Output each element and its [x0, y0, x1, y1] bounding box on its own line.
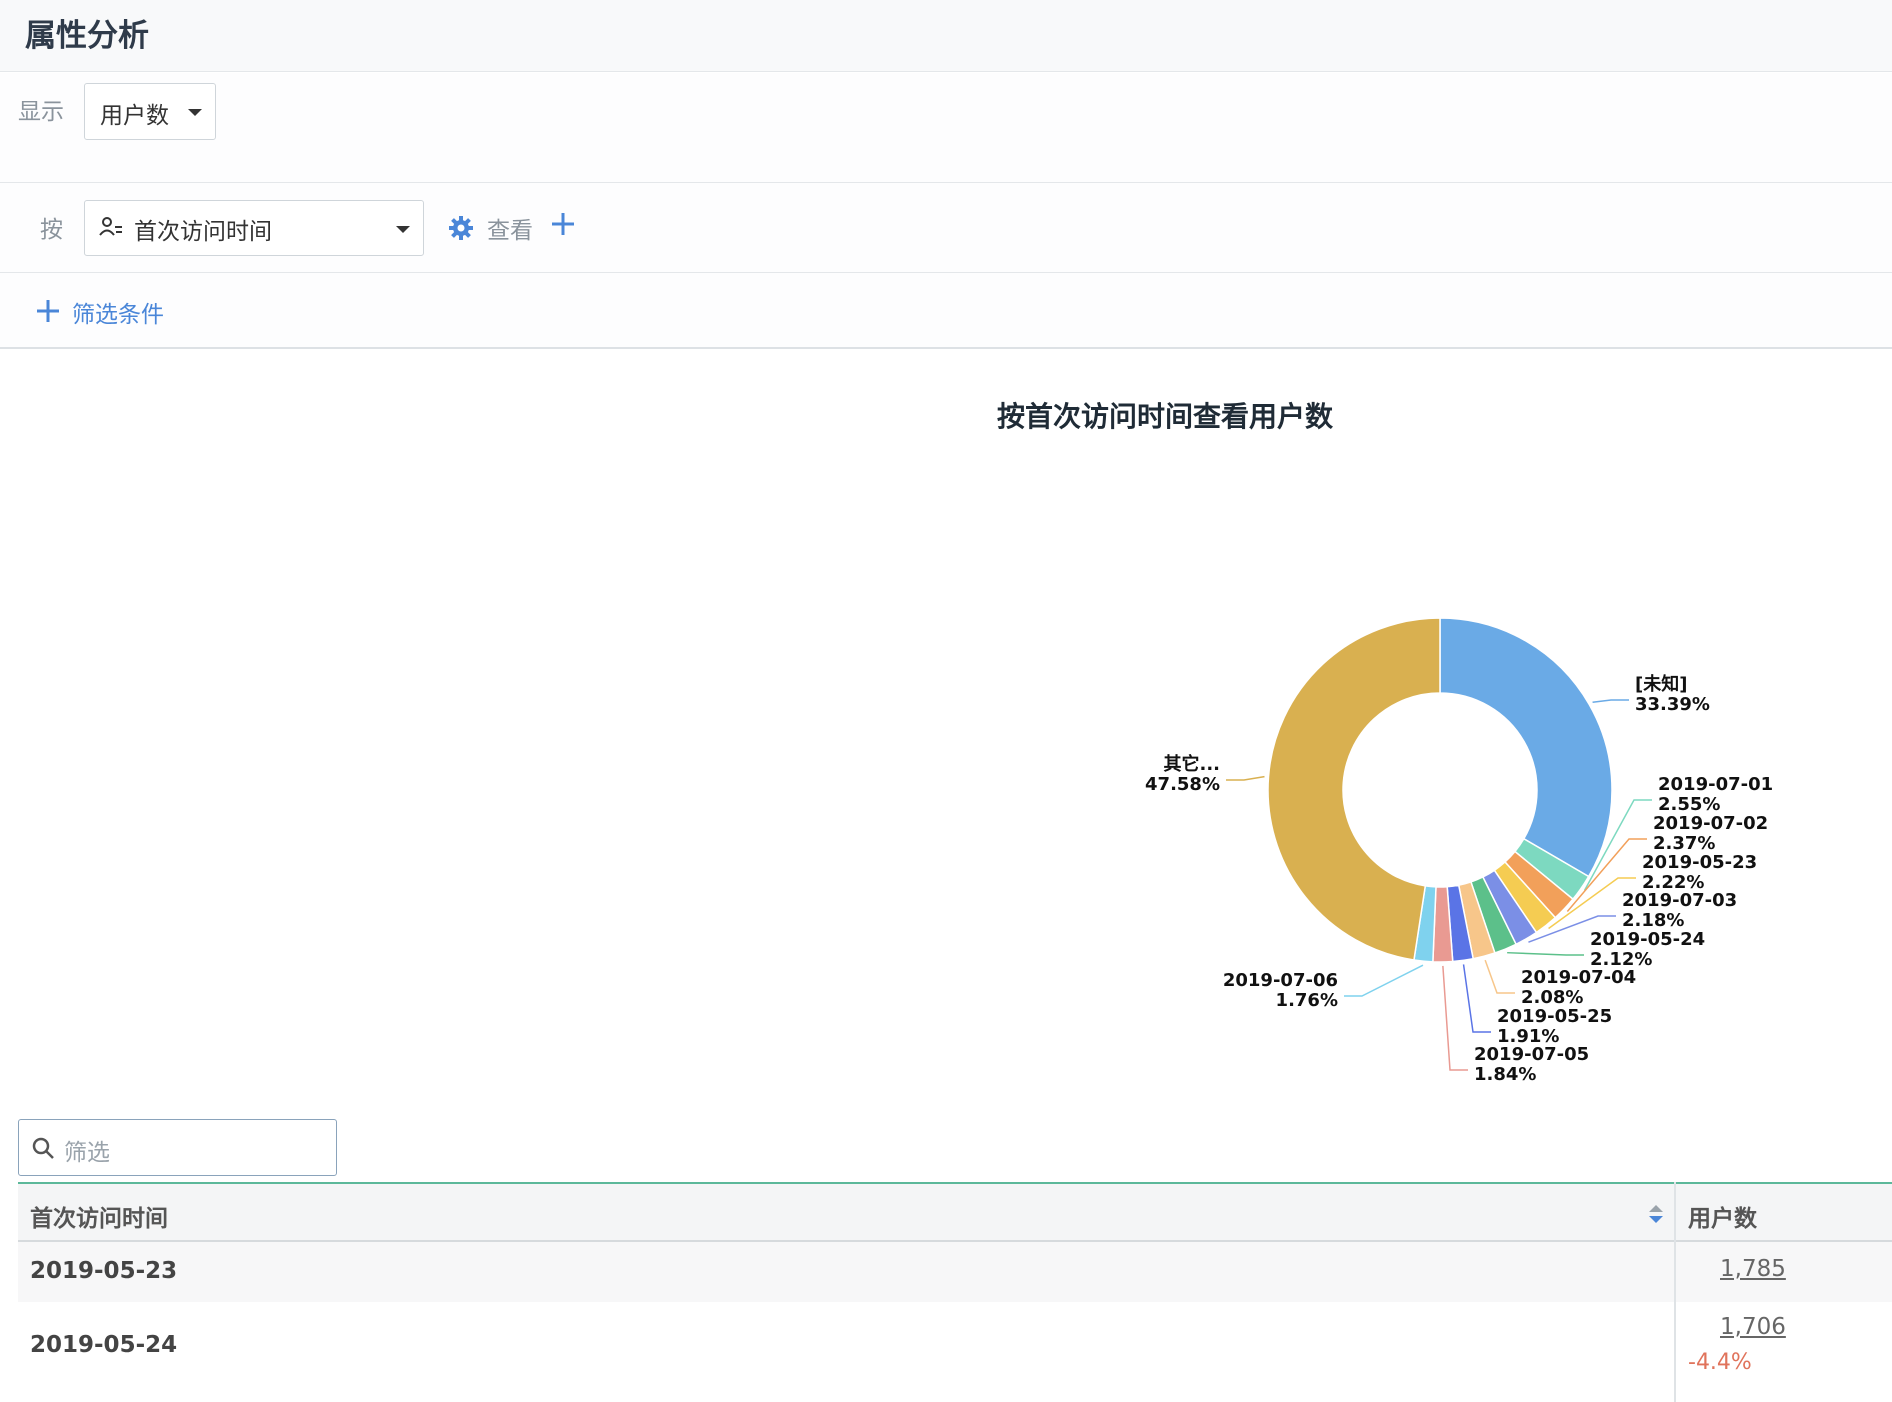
by-label: 按	[40, 217, 63, 243]
metric-select[interactable]: 用户数	[84, 83, 216, 140]
metric-select-value: 用户数	[100, 103, 169, 129]
gear-icon[interactable]	[448, 215, 474, 245]
page-header: 属性分析	[0, 0, 1892, 72]
pie-slice-label: [未知]	[1635, 673, 1687, 695]
view-label: 查看	[487, 218, 533, 244]
add-group-icon[interactable]	[550, 211, 576, 241]
pie-slice-label: 2019-07-02	[1653, 813, 1768, 834]
group-by-select-value: 首次访问时间	[134, 219, 272, 245]
row-value-link[interactable]: 1,785	[1720, 1256, 1786, 1282]
table-row: 2019-05-24 1,706 -4.4%	[18, 1302, 1892, 1382]
column-header-date[interactable]: 首次访问时间	[30, 1199, 168, 1233]
search-icon	[31, 1136, 55, 1164]
pie-leader-line	[1442, 965, 1468, 1071]
chevron-down-icon	[396, 226, 410, 233]
pie-slice-percent: 33.39%	[1635, 694, 1710, 715]
pie-slice-label: 2019-07-04	[1521, 967, 1636, 988]
pie-slice-label: 其它...	[1163, 753, 1220, 775]
pie-leader-line	[1226, 775, 1265, 781]
group-by-select[interactable]: 首次访问时间	[84, 200, 424, 256]
pie-slice-percent: 1.84%	[1474, 1064, 1536, 1085]
table-header: 首次访问时间 用户数	[18, 1182, 1892, 1242]
chevron-down-icon	[188, 109, 202, 116]
pie-slice-label: 2019-07-03	[1622, 890, 1737, 911]
pie-leader-line	[1462, 964, 1491, 1033]
pie-slice-percent: 47.58%	[1145, 774, 1220, 795]
pie-slice-label: 2019-07-06	[1223, 970, 1338, 991]
pie-slice[interactable]	[1439, 617, 1613, 878]
display-label: 显示	[18, 99, 64, 125]
pie-slice-label: 2019-07-05	[1474, 1044, 1589, 1065]
pie-slice-percent: 2.55%	[1658, 794, 1720, 815]
user-attribute-icon	[99, 215, 123, 243]
filter-search-input[interactable]: 筛选	[18, 1119, 337, 1176]
pie-leader-line	[1344, 964, 1424, 997]
column-divider	[1674, 1182, 1676, 1402]
row-date: 2019-05-23	[30, 1258, 178, 1284]
pie-slice[interactable]	[1267, 617, 1441, 961]
pie-slice-percent: 1.76%	[1276, 990, 1338, 1011]
chart-title: 按首次访问时间查看用户数	[996, 400, 1333, 433]
pie-leader-line	[1592, 699, 1629, 704]
page-title: 属性分析	[25, 18, 149, 54]
pie-slice-percent: 2.37%	[1653, 833, 1715, 854]
pie-slice-percent: 2.18%	[1622, 910, 1684, 931]
pie-slice-label: 2019-05-25	[1497, 1006, 1612, 1027]
sort-icon[interactable]	[1648, 1204, 1664, 1228]
pie-slice-label: 2019-05-24	[1590, 929, 1705, 950]
row-date: 2019-05-24	[30, 1332, 178, 1358]
column-header-users[interactable]: 用户数	[1688, 1199, 1757, 1233]
pie-slice-label: 2019-05-23	[1642, 852, 1757, 873]
row-change: -4.4%	[1688, 1350, 1752, 1375]
group-by-row: 按 首次访问时间 查看	[0, 183, 1892, 273]
plus-icon[interactable]	[36, 299, 60, 327]
pie-slice-label: 2019-07-01	[1658, 774, 1773, 795]
search-placeholder: 筛选	[64, 1140, 110, 1166]
table-row: 2019-05-23 1,785	[18, 1242, 1892, 1302]
filter-row: 筛选条件	[0, 273, 1892, 349]
pie-leader-line	[1484, 959, 1515, 994]
display-row: 显示 用户数	[0, 73, 1892, 183]
add-filter-button[interactable]: 筛选条件	[72, 295, 164, 329]
row-value-link[interactable]: 1,706	[1720, 1314, 1786, 1340]
pie-leader-line	[1507, 951, 1584, 956]
pie-slice-percent: 2.08%	[1521, 987, 1583, 1008]
pie-chart: [未知]33.39% 2019-07-012.55%2019-07-022.37%…	[1145, 617, 1773, 1085]
